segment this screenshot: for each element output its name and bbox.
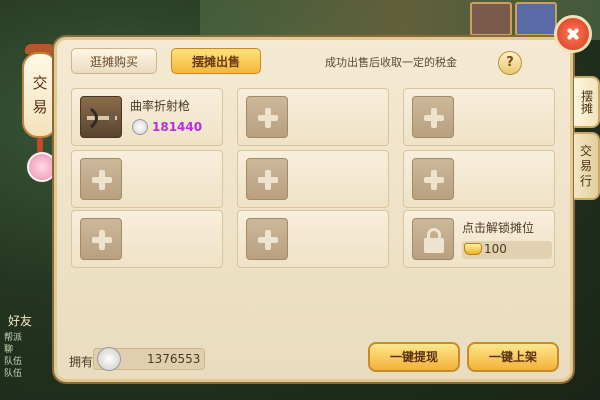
chat-channel: 聊 (4, 345, 14, 355)
add-slot-button[interactable] (412, 96, 454, 138)
add-slot-button[interactable] (80, 218, 122, 260)
plus-icon (247, 97, 287, 137)
gold-ingot-icon (464, 243, 482, 255)
portrait-avatar[interactable] (515, 2, 557, 36)
stall-slot-locked[interactable]: 点击解锁摊位 100 (403, 210, 555, 268)
list-all-button[interactable]: 一键上架 (467, 342, 559, 372)
plus-icon (413, 159, 453, 199)
withdraw-all-button[interactable]: 一键提现 (368, 342, 460, 372)
side-tab-char: 交 (579, 143, 592, 158)
stall-slot-empty[interactable] (237, 150, 389, 208)
close-button[interactable] (554, 15, 592, 53)
chat-channel-list: 帮派 聊 队伍 队伍 (4, 332, 54, 380)
stall-slot-empty[interactable] (71, 150, 223, 208)
stall-slot-empty[interactable] (237, 210, 389, 268)
lantern-body: 交 易 (22, 52, 58, 138)
plus-icon (247, 159, 287, 199)
add-slot-button[interactable] (80, 158, 122, 200)
pet-charm-icon (27, 152, 57, 182)
stall-slot-listed[interactable]: 曲率折射枪 181440 (71, 88, 223, 146)
plus-icon (81, 219, 121, 259)
chat-channel: 队伍 (4, 369, 23, 379)
trade-panel: 逛摊购买 摆摊出售 成功出售后收取一定的税金 ? 曲率折射枪 181440 点击… (54, 37, 573, 382)
tax-note: 成功出售后收取一定的税金 (325, 56, 457, 69)
friend-label[interactable]: 好友 (8, 312, 32, 329)
window-title-char: 易 (32, 98, 48, 116)
balance-label: 拥有 (69, 355, 94, 369)
stall-slot-empty[interactable] (71, 210, 223, 268)
chat-channel: 队伍 (4, 357, 23, 367)
add-slot-button[interactable] (412, 158, 454, 200)
plus-icon (247, 219, 287, 259)
side-tab-trade-house[interactable]: 交 易 行 (574, 132, 600, 200)
chat-channel: 帮派 (4, 333, 23, 343)
help-button[interactable]: ? (498, 51, 522, 75)
side-tab-char: 易 (579, 158, 592, 173)
plus-icon (413, 97, 453, 137)
lantern-tassel (37, 138, 43, 152)
tab-stall-sell[interactable]: 摆摊出售 (171, 48, 261, 74)
crossbow-icon-graphic (87, 107, 117, 129)
crossbow-icon (80, 96, 122, 138)
unlock-slot-label: 点击解锁摊位 (462, 221, 535, 235)
portrait-avatar[interactable] (470, 2, 512, 36)
plus-icon (81, 159, 121, 199)
side-tab-stall[interactable]: 摆摊 (574, 76, 600, 128)
add-slot-button[interactable] (246, 218, 288, 260)
tab-browse-buy[interactable]: 逛摊购买 (71, 48, 157, 74)
stall-slot-empty[interactable] (237, 88, 389, 146)
window-title-char: 交 (32, 74, 48, 92)
add-slot-button[interactable] (246, 96, 288, 138)
item-price: 181440 (152, 120, 203, 134)
trade-window-lantern-tab: 交 易 (22, 44, 58, 152)
stall-slot-empty[interactable] (403, 150, 555, 208)
stall-slot-empty[interactable] (403, 88, 555, 146)
balance-value: 1376553 (147, 352, 201, 366)
lock-icon (412, 218, 454, 260)
unlock-cost: 100 (484, 242, 507, 256)
add-slot-button[interactable] (246, 158, 288, 200)
side-tab-label: 摆摊 (579, 90, 594, 114)
silver-coin-icon (97, 347, 121, 371)
lock-body (424, 238, 444, 253)
side-tab-char: 行 (579, 173, 592, 188)
silver-coin-icon (132, 119, 148, 135)
item-name: 曲率折射枪 (130, 99, 191, 113)
